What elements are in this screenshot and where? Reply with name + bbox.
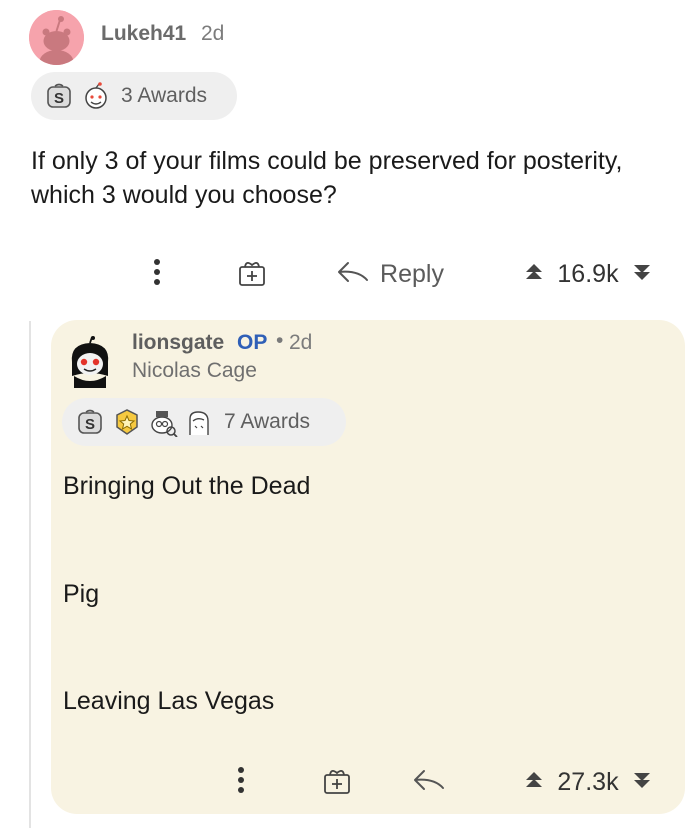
reply-vote-controls: 27.3k — [508, 760, 668, 804]
gold-award-icon — [112, 407, 142, 437]
reply-card — [51, 320, 685, 814]
reply-arrow-icon — [412, 768, 446, 797]
reply-give-award-button[interactable] — [317, 762, 357, 802]
reply-avatar[interactable] — [64, 336, 116, 388]
gift-award-icon — [321, 764, 353, 801]
reply-awards-pill[interactable]: S 7 Awards — [62, 398, 346, 446]
reply-timestamp: 2d — [289, 331, 313, 354]
vote-controls: 16.9k — [508, 252, 668, 296]
upvote-icon[interactable] — [523, 769, 545, 796]
facepalm-award-icon — [184, 407, 214, 437]
reply-more-options-button[interactable] — [224, 762, 258, 802]
give-award-button[interactable] — [232, 254, 272, 294]
more-options-icon — [237, 766, 245, 799]
op-badge: OP — [237, 331, 268, 354]
awards-pill[interactable]: S 3 Awards — [31, 72, 237, 120]
reply-button[interactable]: Reply — [328, 252, 452, 296]
reply-score: 27.3k — [557, 767, 619, 796]
svg-text:S: S — [85, 416, 95, 433]
awards-count: 3 Awards — [121, 84, 207, 107]
comment-thread: Lukeh41 2d S 3 Awards If only 3 of your … — [0, 0, 700, 828]
user-flair: Nicolas Cage — [132, 359, 257, 382]
snoo-detective-award-icon — [148, 407, 178, 438]
reply-arrow-icon — [336, 260, 370, 289]
gift-award-icon — [236, 256, 268, 293]
more-options-button[interactable] — [140, 254, 174, 294]
score: 16.9k — [557, 259, 619, 288]
reply-author[interactable]: lionsgate — [132, 331, 224, 355]
comment-body: If only 3 of your films could be preserv… — [31, 147, 623, 209]
upvote-icon[interactable] — [523, 261, 545, 288]
thread-line[interactable] — [29, 321, 31, 828]
downvote-icon[interactable] — [631, 261, 653, 288]
silver-award-icon: S — [45, 81, 75, 111]
more-options-icon — [153, 258, 161, 291]
wholesome-award-icon — [81, 81, 111, 111]
reply-label: Reply — [380, 259, 444, 288]
awards-count: 7 Awards — [224, 410, 310, 433]
reply-body-line: Bringing Out the Dead — [63, 472, 311, 500]
svg-text:S: S — [54, 90, 64, 107]
downvote-icon[interactable] — [631, 769, 653, 796]
user-avatar[interactable] — [29, 10, 84, 65]
reply-body-line: Leaving Las Vegas — [63, 687, 275, 715]
reply-reply-button[interactable] — [408, 762, 450, 802]
separator-dot: • — [276, 329, 284, 352]
comment-author[interactable]: Lukeh41 — [101, 22, 186, 46]
silver-award-icon: S — [76, 407, 106, 437]
reply-body-line: Pig — [63, 580, 100, 608]
comment-timestamp: 2d — [201, 22, 225, 45]
